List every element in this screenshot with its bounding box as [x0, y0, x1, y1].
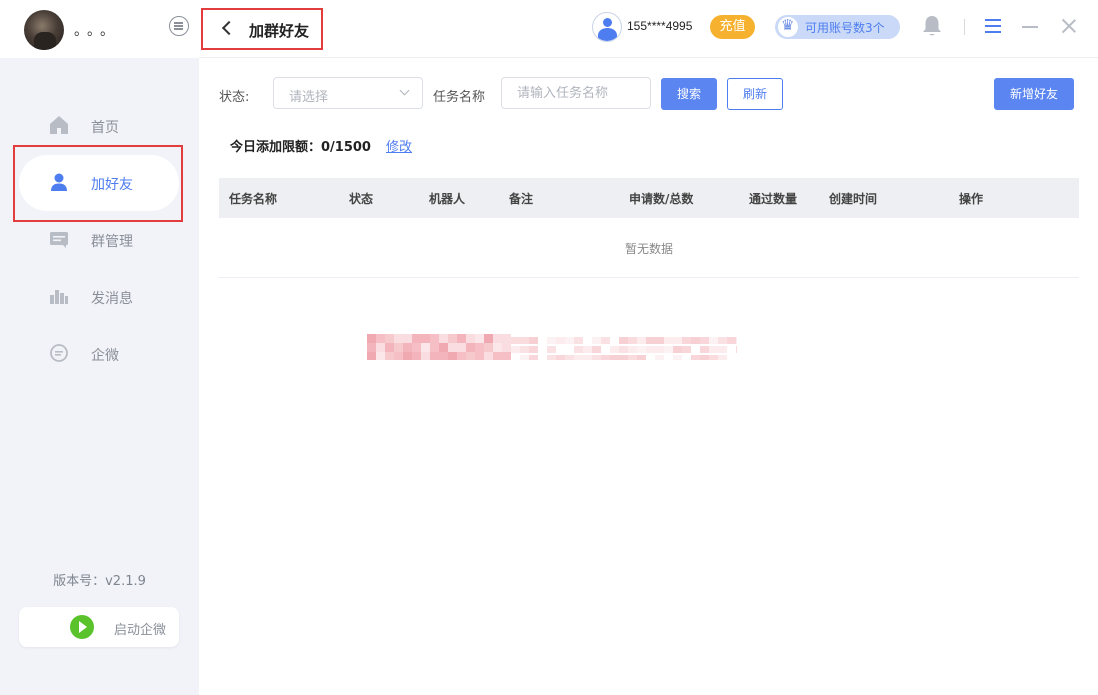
task-name-input[interactable] — [501, 77, 651, 109]
empty-state-text: 暂无数据 — [624, 242, 673, 256]
table-header: 任务名称 状态 机器人 备注 申请数/总数 通过数量 创建时间 操作 — [219, 178, 1079, 218]
home-icon — [50, 116, 68, 134]
column-header: 机器人 — [429, 192, 466, 206]
close-icon[interactable] — [1061, 18, 1077, 34]
user-name: 。。。 — [74, 23, 120, 39]
divider — [964, 19, 965, 35]
column-header: 通过数量 — [749, 192, 798, 206]
sidebar-item-label: 加好友 — [91, 177, 133, 193]
sidebar-item-label: 发消息 — [91, 291, 133, 307]
account-user-icon[interactable] — [592, 12, 622, 42]
sidebar-profile: 。。。 — [0, 0, 199, 58]
start-wecom-button[interactable]: 启动企微 — [19, 607, 179, 647]
column-header: 任务名称 — [229, 192, 278, 206]
column-header: 操作 — [959, 192, 984, 206]
sidebar-nav: 首页 加好友 群管理 发消息 企微 — [0, 97, 199, 382]
phone-number: 155****4995 — [627, 19, 693, 33]
back-title-area[interactable]: 加群好友 — [201, 8, 323, 50]
pixelated-watermark — [367, 334, 737, 360]
column-header: 状态 — [349, 192, 374, 206]
minimize-icon[interactable] — [1022, 26, 1038, 28]
task-table: 任务名称 状态 机器人 备注 申请数/总数 通过数量 创建时间 操作 暂无数据 — [219, 178, 1079, 278]
sidebar-item-add-friend[interactable]: 加好友 — [0, 154, 199, 211]
crown-icon — [777, 16, 799, 38]
sidebar-item-home[interactable]: 首页 — [0, 97, 199, 154]
sidebar: 。。。 首页 加好友 群管理 发消息 企微 版本号：v2.1.9 启动企微 — [0, 0, 199, 695]
message-stats-icon — [50, 290, 68, 304]
chat-bubble-icon — [50, 344, 68, 362]
column-header: 备注 — [509, 192, 534, 206]
bell-icon[interactable] — [921, 14, 943, 38]
user-icon — [51, 173, 67, 191]
main-content: 状态: 请选择 任务名称 搜索 刷新 新增好友 今日添加限额：0/1500 修改… — [199, 58, 1098, 695]
task-name-label: 任务名称 — [433, 90, 486, 105]
menu-icon[interactable] — [985, 19, 1001, 33]
start-wecom-label: 启动企微 — [114, 623, 167, 638]
daily-limit-label: 今日添加限额：0/1500 — [230, 140, 371, 155]
edit-limit-link[interactable]: 修改 — [386, 136, 412, 155]
column-header: 申请数/总数 — [629, 192, 694, 206]
sidebar-item-wecom[interactable]: 企微 — [0, 325, 199, 382]
add-friend-button[interactable]: 新增好友 — [994, 78, 1074, 110]
available-accounts-label: 可用账号数3个 — [805, 21, 885, 35]
status-label: 状态: — [219, 90, 250, 105]
sidebar-item-label: 群管理 — [91, 234, 133, 250]
refresh-button[interactable]: 刷新 — [727, 78, 783, 110]
chevron-down-icon — [399, 85, 410, 96]
play-icon — [70, 615, 94, 639]
collapse-menu-icon[interactable] — [169, 16, 189, 36]
version-label: 版本号：v2.1.9 — [53, 574, 146, 589]
column-header: 创建时间 — [829, 192, 878, 206]
status-select-placeholder: 请选择 — [289, 90, 329, 105]
header: 加群好友 155****4995 充值 可用账号数3个 — [199, 0, 1098, 58]
search-button[interactable]: 搜索 — [661, 78, 717, 110]
sidebar-item-label: 首页 — [91, 120, 119, 136]
sidebar-item-group-manage[interactable]: 群管理 — [0, 211, 199, 268]
avatar[interactable] — [24, 10, 64, 50]
status-select[interactable]: 请选择 — [273, 77, 423, 109]
sidebar-item-send-message[interactable]: 发消息 — [0, 268, 199, 325]
group-chat-icon — [50, 232, 68, 248]
recharge-button[interactable]: 充值 — [710, 15, 755, 39]
sidebar-item-label: 企微 — [91, 348, 119, 364]
page-title: 加群好友 — [249, 22, 310, 40]
available-accounts-badge[interactable]: 可用账号数3个 — [775, 15, 900, 39]
app-window: 。。。 首页 加好友 群管理 发消息 企微 版本号：v2.1.9 启动企微 加群… — [0, 0, 1098, 695]
chevron-left-icon[interactable] — [221, 20, 237, 36]
empty-table-row: 暂无数据 — [219, 218, 1079, 278]
